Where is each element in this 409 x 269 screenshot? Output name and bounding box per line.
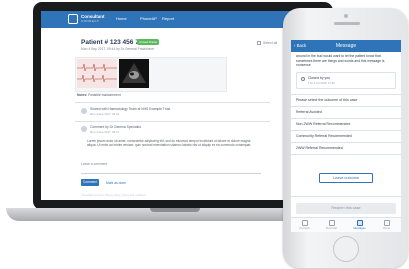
outcome-prompt: Please select the outcome of this case (296, 98, 358, 102)
phone-icon (328, 220, 335, 226)
nav-report[interactable]: Report (162, 16, 174, 21)
comment-input[interactable]: Leave a comment (81, 162, 107, 166)
divider (75, 121, 270, 122)
divider (291, 118, 401, 119)
share-icon (81, 108, 87, 114)
contacts-icon (301, 220, 308, 226)
tab-phoneap[interactable]: PhoneAP (318, 219, 345, 230)
divider (291, 94, 401, 95)
tab-bar: Contacts PhoneAP Messages Home (291, 217, 401, 232)
logo-subtitle: CONNECT (81, 19, 100, 23)
speaker-icon (334, 22, 360, 25)
tab-home[interactable]: Home (373, 219, 400, 230)
activity-comment-date: Mon 4 Sep 2017, 09:47 (90, 130, 120, 134)
check-icon (301, 77, 305, 81)
phone-screen: Message ‹ Back around in the bud would w… (291, 40, 401, 232)
phone-title: Message (335, 43, 357, 49)
patient-subtitle: Mon 4 Sep 2017, 09:44 by Dr General Prac… (81, 47, 155, 51)
closed-by: Closed by you (308, 76, 331, 80)
tab-contacts[interactable]: Contacts (291, 219, 318, 230)
outcome-option[interactable]: Community Referral Recommended (296, 134, 352, 138)
divider (291, 196, 401, 197)
leave-outcome-button[interactable]: Leave outcome (319, 173, 373, 183)
mark-done-link[interactable]: Mark as done (106, 181, 126, 185)
message-text: around in the bud would want to let the … (296, 54, 385, 67)
comment-button[interactable]: Comment (81, 179, 99, 186)
activity-share-text: Shared with Haematology Team at NHS Exam… (90, 107, 171, 111)
message-icon (356, 220, 363, 226)
footer: Consultant Connect | Privacy policy | Te… (81, 194, 146, 197)
chevron-left-icon: ‹ (294, 43, 296, 48)
outcome-option[interactable]: Referral Avoided (296, 110, 322, 114)
activity-comment-text: Comment by Dr Gemma Specialist (90, 125, 141, 129)
tab-messages[interactable]: Messages (346, 219, 373, 230)
select-all-label: Select all (263, 41, 278, 45)
notes: Notes: Possible maldomment (77, 93, 121, 97)
nav-home[interactable]: Home (116, 16, 127, 21)
divider (291, 154, 401, 155)
closed-date: Thu 6 Jul 2016, 11:52 (308, 81, 335, 85)
divider (291, 130, 401, 131)
select-all-checkbox[interactable] (257, 41, 261, 45)
comment-input-underline (81, 173, 261, 174)
outcome-option[interactable]: 2WW Referral Recommended (296, 146, 343, 150)
home-button[interactable] (333, 236, 359, 262)
echo-thumbnail[interactable] (119, 59, 149, 88)
divider (75, 102, 270, 103)
activity-share-date: Mon 4 Sep 2017, 09:44 (90, 112, 120, 116)
nav-phoneap[interactable]: PhoneAP (140, 16, 157, 21)
camera-icon (344, 14, 348, 18)
reopen-case-button[interactable]: Reopen this case (296, 203, 396, 214)
laptop-notch (150, 208, 200, 212)
ecg-thumbnail[interactable] (77, 59, 117, 88)
home-icon (383, 220, 390, 226)
outcome-option[interactable]: Non-2WW Referral Recommended (296, 122, 350, 126)
divider (291, 106, 401, 107)
comment-body: Lorem ipsum dolor sit amet, consectetur … (87, 139, 252, 148)
avatar (81, 126, 87, 132)
divider (291, 142, 401, 143)
back-button[interactable]: ‹ Back (294, 43, 306, 48)
logo-icon (68, 14, 78, 24)
status-badge: Closed Rated (137, 39, 160, 45)
